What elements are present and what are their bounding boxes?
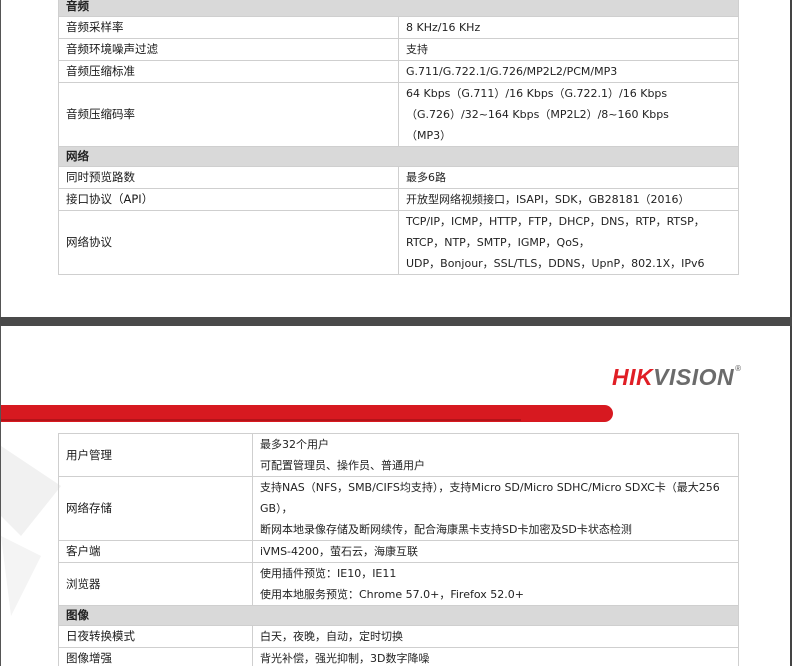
spec-row: 音频压缩码率 64 Kbps（G.711）/16 Kbps（G.722.1）/16… <box>58 82 739 147</box>
spec-key: 同时预览路数 <box>58 166 399 189</box>
spec-key: 音频采样率 <box>58 16 399 39</box>
spec-value-line: 最多6路 <box>406 171 446 184</box>
spec-page-2: HIKVISION® 用户管理 最多32个用户 可配置管理员、操作员、普通用户 网络存… <box>0 326 792 666</box>
spec-row: 音频环境噪声过滤 支持 <box>58 38 739 61</box>
spec-value-line: TCP/IP，ICMP，HTTP，FTP，DHCP，DNS，RTP，RTSP，R… <box>406 215 705 249</box>
spec-key: 接口协议（API） <box>58 188 399 211</box>
page-gap <box>0 317 792 326</box>
spec-row: 网络协议 TCP/IP，ICMP，HTTP，FTP，DHCP，DNS，RTP，RT… <box>58 210 739 275</box>
spec-table-audio-network: 音频 音频采样率 8 KHz/16 KHz 音频环境噪声过滤 支持 音频压缩标准 G.711… <box>58 0 739 275</box>
section-title: 音频 <box>58 0 739 17</box>
spec-value: G.711/G.722.1/G.726/MP2L2/PCM/MP3 <box>398 60 739 83</box>
spec-value-line: 断网本地录像存储及断网续传，配合海康黑卡支持SD卡加密及SD卡状态检测 <box>260 523 632 536</box>
spec-value-line: 背光补偿，强光抑制，3D数字降噪 <box>260 652 430 665</box>
logo-registered: ® <box>735 364 742 373</box>
spec-value-line: （MP3） <box>406 129 452 142</box>
hikvision-logo: HIKVISION® <box>612 364 742 391</box>
spec-key: 音频压缩码率 <box>58 82 399 147</box>
spec-value: 使用插件预览：IE10，IE11 使用本地服务预览：Chrome 57.0+，Fi… <box>252 562 739 606</box>
spec-row: 浏览器 使用插件预览：IE10，IE11 使用本地服务预览：Chrome 57.0+… <box>58 562 739 606</box>
spec-value-line: 使用本地服务预览：Chrome 57.0+，Firefox 52.0+ <box>260 588 524 601</box>
spec-key: 日夜转换模式 <box>58 625 253 648</box>
spec-value: 支持 <box>398 38 739 61</box>
spec-value-line: 最多32个用户 <box>260 438 329 451</box>
spec-row: 音频压缩标准 G.711/G.722.1/G.726/MP2L2/PCM/MP3 <box>58 60 739 83</box>
section-header-row: 网络 <box>58 146 739 167</box>
spec-value: 最多32个用户可配置管理员、操作员、普通用户 <box>252 433 739 477</box>
spec-row: 网络存储 支持NAS（NFS，SMB/CIFS均支持），支持Micro SD/Mi… <box>58 476 739 541</box>
spec-value-line: 使用插件预览：IE10，IE11 <box>260 567 397 580</box>
spec-value: 背光补偿，强光抑制，3D数字降噪 <box>252 647 739 666</box>
logo-accent: VISION <box>653 364 735 390</box>
spec-row: 用户管理 最多32个用户可配置管理员、操作员、普通用户 <box>58 433 739 477</box>
spec-value: 最多6路 <box>398 166 739 189</box>
spec-value-line: 可配置管理员、操作员、普通用户 <box>260 459 425 472</box>
spec-value: iVMS-4200，萤石云，海康互联 <box>252 540 739 563</box>
spec-row: 同时预览路数 最多6路 <box>58 166 739 189</box>
logo-main: HIK <box>612 364 654 390</box>
spec-value-line: G.711/G.722.1/G.726/MP2L2/PCM/MP3 <box>406 65 618 78</box>
spec-key: 客户端 <box>58 540 253 563</box>
spec-key: 用户管理 <box>58 433 253 477</box>
section-title: 图像 <box>58 605 739 626</box>
spec-key: 网络协议 <box>58 210 399 275</box>
spec-key: 浏览器 <box>58 562 253 606</box>
spec-value-line: 支持 <box>406 43 428 56</box>
spec-row: 接口协议（API） 开放型网络视频接口，ISAPI，SDK，GB28181（201… <box>58 188 739 211</box>
spec-value-line: 8 KHz/16 KHz <box>406 21 481 34</box>
spec-value-line: 开放型网络视频接口，ISAPI，SDK，GB28181（2016） <box>406 193 690 206</box>
section-title: 网络 <box>58 146 739 167</box>
spec-value: 白天，夜晚，自动，定时切换 <box>252 625 739 648</box>
spec-value-line: 白天，夜晚，自动，定时切换 <box>260 630 403 643</box>
spec-row: 图像增强 背光补偿，强光抑制，3D数字降噪 <box>58 647 739 666</box>
spec-key: 图像增强 <box>58 647 253 666</box>
spec-value-line: 64 Kbps（G.711）/16 Kbps（G.722.1）/16 Kbps（… <box>406 87 669 121</box>
red-header-underline <box>1 419 521 421</box>
spec-key: 网络存储 <box>58 476 253 541</box>
spec-key: 音频压缩标准 <box>58 60 399 83</box>
spec-value: 8 KHz/16 KHz <box>398 16 739 39</box>
section-header-row: 图像 <box>58 605 739 626</box>
spec-table-management-image: 用户管理 最多32个用户 可配置管理员、操作员、普通用户 网络存储 支持NAS（NFS，… <box>58 433 739 666</box>
spec-value-line: UDP，Bonjour，SSL/TLS，DDNS，UpnP，802.1X，IPv… <box>406 257 705 270</box>
spec-row: 音频采样率 8 KHz/16 KHz <box>58 16 739 39</box>
spec-value: TCP/IP，ICMP，HTTP，FTP，DHCP，DNS，RTP，RTSP，R… <box>398 210 739 275</box>
spec-value: 开放型网络视频接口，ISAPI，SDK，GB28181（2016） <box>398 188 739 211</box>
spec-value: 支持NAS（NFS，SMB/CIFS均支持），支持Micro SD/Micro … <box>252 476 739 541</box>
section-header-row: 音频 <box>58 0 739 17</box>
spec-page-1: 音频 音频采样率 8 KHz/16 KHz 音频环境噪声过滤 支持 音频压缩标准 G.711… <box>0 0 792 317</box>
spec-row: 客户端 iVMS-4200，萤石云，海康互联 <box>58 540 739 563</box>
spec-value-line: 支持NAS（NFS，SMB/CIFS均支持），支持Micro SD/Micro … <box>260 481 720 515</box>
spec-key: 音频环境噪声过滤 <box>58 38 399 61</box>
spec-value: 64 Kbps（G.711）/16 Kbps（G.722.1）/16 Kbps（… <box>398 82 739 147</box>
spec-value-line: iVMS-4200，萤石云，海康互联 <box>260 545 419 558</box>
spec-row: 日夜转换模式 白天，夜晚，自动，定时切换 <box>58 625 739 648</box>
